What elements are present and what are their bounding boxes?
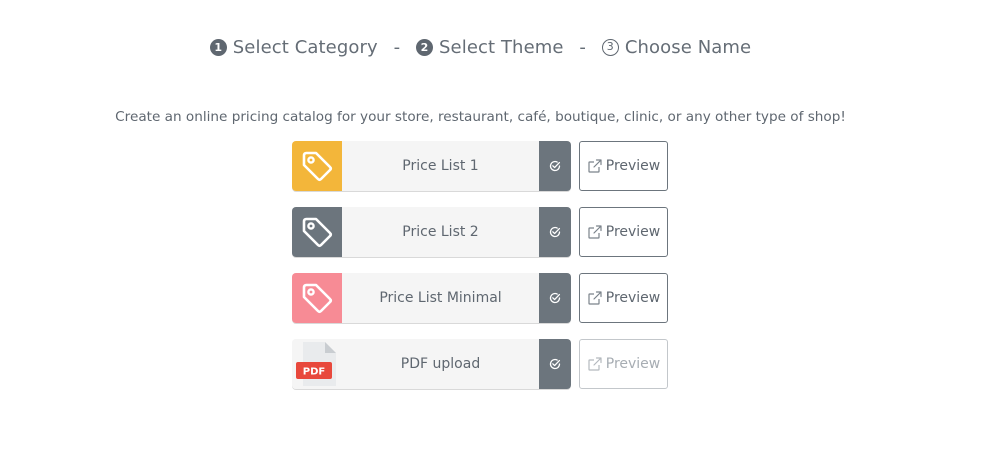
theme-row: Price List 1 Preview xyxy=(292,141,672,191)
theme-name: Price List 2 xyxy=(402,224,479,240)
page-description: Create an online pricing catalog for you… xyxy=(115,109,846,125)
preview-label: Preview xyxy=(605,356,661,372)
external-link-icon xyxy=(587,158,603,174)
theme-thumbnail: PDF xyxy=(292,339,342,389)
step-choose-name: 3 Choose Name xyxy=(601,36,752,58)
pdf-badge-text: PDF xyxy=(303,367,325,378)
select-theme-button[interactable] xyxy=(539,207,571,257)
check-circle-icon xyxy=(549,355,561,374)
theme-row: Price List Minimal Preview xyxy=(292,273,672,323)
step-select-category: 1 Select Category xyxy=(209,36,378,58)
step-label: Choose Name xyxy=(624,36,752,58)
theme-name: Price List Minimal xyxy=(379,290,502,306)
step-separator: - xyxy=(579,36,586,58)
preview-label: Preview xyxy=(605,158,661,174)
step-number-1: 1 xyxy=(209,38,227,56)
check-circle-icon xyxy=(549,157,561,176)
theme-thumbnail xyxy=(292,207,342,257)
select-theme-button[interactable] xyxy=(539,339,571,389)
preview-button[interactable]: Preview xyxy=(579,207,668,257)
preview-label: Preview xyxy=(605,224,661,240)
step-label: Select Category xyxy=(232,36,378,58)
theme-card-price-list-1[interactable]: Price List 1 xyxy=(292,141,571,191)
theme-card-price-list-2[interactable]: Price List 2 xyxy=(292,207,571,257)
preview-button[interactable]: Preview xyxy=(579,141,668,191)
external-link-icon xyxy=(587,356,603,372)
theme-list: Price List 1 Preview Price List 2 Previe… xyxy=(292,141,672,405)
theme-name: PDF upload xyxy=(400,356,481,372)
theme-thumbnail xyxy=(292,273,342,323)
preview-button: Preview xyxy=(579,339,668,389)
select-theme-button[interactable] xyxy=(539,141,571,191)
check-circle-icon xyxy=(549,289,561,308)
step-separator: - xyxy=(393,36,401,58)
external-link-icon xyxy=(587,224,603,240)
theme-row: Price List 2 Preview xyxy=(292,207,672,257)
wizard-steps: 1 Select Category - 2 Select Theme - 3 C… xyxy=(0,36,961,58)
preview-button[interactable]: Preview xyxy=(579,273,668,323)
step-number-2: 2 xyxy=(416,38,434,56)
select-theme-button[interactable] xyxy=(539,273,571,323)
step-number-3: 3 xyxy=(601,38,619,56)
theme-name: Price List 1 xyxy=(402,158,479,174)
price-tag-icon xyxy=(297,278,337,318)
pdf-file-icon: PDF xyxy=(293,340,341,388)
theme-row: PDF PDF upload Preview xyxy=(292,339,672,389)
external-link-icon xyxy=(587,290,603,306)
theme-card-price-list-minimal[interactable]: Price List Minimal xyxy=(292,273,571,323)
step-label: Select Theme xyxy=(439,36,564,58)
check-circle-icon xyxy=(549,223,561,242)
price-tag-icon xyxy=(297,212,337,252)
preview-label: Preview xyxy=(605,290,661,306)
theme-thumbnail xyxy=(292,141,342,191)
step-select-theme: 2 Select Theme xyxy=(416,37,564,58)
theme-card-pdf-upload[interactable]: PDF PDF upload xyxy=(292,339,571,389)
price-tag-icon xyxy=(297,146,337,186)
